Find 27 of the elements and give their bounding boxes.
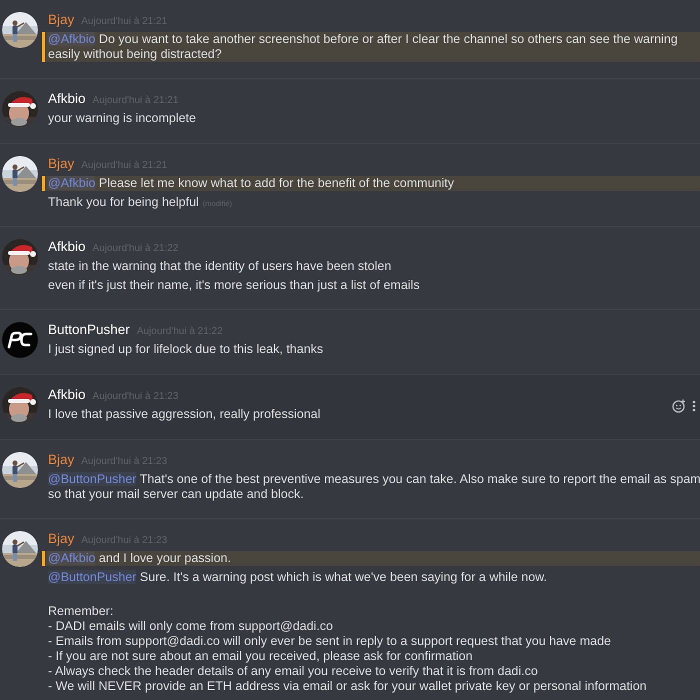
message-text: @Afkbio Do you want to take another screenshot before or after I clear the channel so others can see the warning easily without being distracted? <box>48 32 678 62</box>
message-text: @ButtonPusher That's one of the best preventive measures you can take. Also make sure to report the email as spam so that your mail server can update and block. <box>48 472 700 502</box>
author-name[interactable]: ButtonPusher <box>48 321 130 339</box>
message-text: even if it's just their name, it's more serious than just a list of emails <box>48 278 420 293</box>
message-text: Remember: - DADI emails will only come from support@dadi.co - Emails from support@dadi.co will only ever be sent in reply to a support request that you have made - If you are not sure about an email you received, please ask for confirmation - Always check the header details of any email you receive to verify that it is from dadi.co - We will NEVER provide an ETH address via email or ask for your wallet private key or personal information <box>48 604 647 694</box>
message-text: @ButtonPusher Sure. It's a warning post which is what we've been saying for a while now. <box>48 570 547 585</box>
message-text: @Afkbio and I love your passion. <box>48 551 231 566</box>
author-name[interactable]: Bjay <box>48 530 74 548</box>
add-reaction-icon[interactable] <box>672 399 686 413</box>
message-text: @Afkbio Please let me know what to add for the benefit of the community <box>48 176 454 191</box>
message-text: Thank you for being helpful <box>48 195 199 210</box>
mention-link[interactable]: @Afkbio <box>48 176 96 190</box>
mention-link[interactable]: @Afkbio <box>48 32 96 46</box>
mention-link[interactable]: @Afkbio <box>48 551 96 565</box>
mention-link[interactable]: @ButtonPusher <box>48 570 136 584</box>
message-text: I love that passive aggression, really professional <box>48 407 320 422</box>
mention-link[interactable]: @ButtonPusher <box>48 472 136 486</box>
author-name[interactable]: Afkbio <box>48 386 86 404</box>
message-text: state in the warning that the identity of users have been stolen <box>48 259 392 274</box>
author-name[interactable]: Bjay <box>48 451 74 469</box>
author-name[interactable]: Bjay <box>48 11 74 29</box>
author-name[interactable]: Bjay <box>48 155 74 173</box>
author-name[interactable]: Afkbio <box>48 238 86 256</box>
message-text: I just signed up for lifelock due to this leak, thanks <box>48 342 324 357</box>
message-text: your warning is incomplete <box>48 111 196 126</box>
author-name[interactable]: Afkbio <box>48 90 86 108</box>
more-icon[interactable] <box>692 400 696 412</box>
